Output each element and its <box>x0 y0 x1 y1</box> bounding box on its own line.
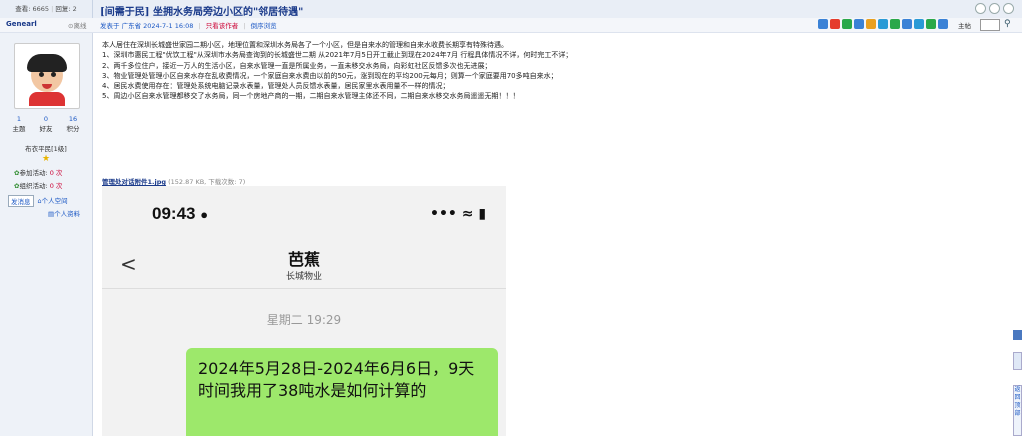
posted-info: 发表于 广东省 2024-7-1 16:08 <box>100 22 194 30</box>
chat-bubble: 2024年5月28日-2024年6月6日，9天时间我用了38吨水是如何计算的 <box>186 348 498 436</box>
post-line: 本人居住在深圳长城盛世家园二期小区，地理位置和深圳水务局各了一个小区，但是自来水… <box>102 41 508 49</box>
print-icon[interactable] <box>975 3 986 14</box>
qzone-icon[interactable] <box>866 19 876 29</box>
author-name[interactable]: Genearl <box>6 20 37 28</box>
post-line: 4、居民水费使用存在：管理处系统电脑记录水表量，管理处人员反馈水表量，居民家里水… <box>102 82 450 91</box>
print-icon[interactable] <box>854 19 864 29</box>
avatar[interactable] <box>14 43 80 109</box>
user-count-2[interactable]: 16 积分 <box>60 115 86 133</box>
thread-stats: 查看: 6665 | 回复: 2 <box>0 0 93 18</box>
user-count-0[interactable]: 1 主题 <box>6 115 32 133</box>
email-icon[interactable] <box>914 19 924 29</box>
only-author-link[interactable]: 只看该作者 <box>206 22 239 30</box>
user-counts: 1 主题 0 好友 16 积分 <box>6 115 86 133</box>
personal-space-link[interactable]: ⌂个人空间 <box>38 195 68 207</box>
post-line: 2、两千多位住户，接近一万人的生活小区，自来水管理一直是所属业务，一直未移交水务… <box>102 61 492 70</box>
post-line: 5、周边小区自来水管理都移交了水务局，同一个房地产商的一期，二期自来水管理主体还… <box>102 92 520 101</box>
favorite-icon[interactable] <box>926 19 936 29</box>
thread-header-bar: 查看: 6665 | 回复: 2 [间需于民] 坐拥水务局旁边小区的"邻居待遇" <box>0 0 1022 19</box>
user-rank: 布衣平民[1级] <box>25 145 67 153</box>
attachment-image[interactable]: 09:43 ● ••• ≈ ▮ < 芭蕉 长城物业 星期二 19:29 2024… <box>102 186 506 436</box>
post-meta: 发表于 广东省 2024-7-1 16:08 | 只看该作者 | 倒序浏览 <box>100 22 277 30</box>
attachment-size: (152.87 KB, 下载次数: 7) <box>168 178 246 186</box>
share-icons <box>818 19 948 29</box>
replies-label: 回复: <box>55 5 71 13</box>
author-sidebar: 1 主题 0 好友 16 积分 布衣平民[1级] ★ ✿参加活动: 0 次 ✿组织活动: … <box>0 33 93 436</box>
contact-name: 芭蕉 <box>287 250 320 269</box>
feedback-icon[interactable] <box>1013 330 1022 340</box>
title-tools <box>975 3 1014 14</box>
chat-date: 星期二 19:29 <box>266 313 342 327</box>
phone-time: 09:43 ● <box>152 204 209 223</box>
report-icon[interactable] <box>938 19 948 29</box>
go-icon[interactable]: ⚲ <box>1004 19 1011 29</box>
floor-jump-input[interactable] <box>980 19 1000 31</box>
wechat-icon[interactable] <box>842 19 852 29</box>
user-actions: 发消息 ⌂个人空间 <box>8 195 68 207</box>
divider <box>102 288 506 289</box>
attachment-info: 管理处对话附件1.jpg (152.87 KB, 下载次数: 7) <box>102 176 245 186</box>
thread-title: [间需于民] 坐拥水务局旁边小区的"邻居待遇" <box>100 7 304 18</box>
next-thread-icon[interactable] <box>1003 3 1014 14</box>
post-line: 1、深圳市惠民工程"优饮工程"从深圳市水务局查询到的长城盛世二期 从2021年7… <box>102 51 573 60</box>
post-body: 本人居住在深圳长城盛世家园二期小区，地理位置和深圳水务局各了一个小区，但是自来水… <box>102 40 1002 102</box>
tencent-icon[interactable] <box>878 19 888 29</box>
floor-label: 主帖 <box>958 22 971 30</box>
douban-icon[interactable] <box>890 19 900 29</box>
views-label: 查看: <box>15 5 31 13</box>
views-count: 6665 <box>32 5 50 13</box>
renren-icon[interactable] <box>902 19 912 29</box>
online-status: ⊙离线 <box>68 22 87 30</box>
profile-link[interactable]: ▤个人资料 <box>48 208 80 218</box>
share-icon[interactable] <box>818 19 828 29</box>
replies-count: 2 <box>72 5 77 13</box>
post-line: 3、物业管理处管理小区自来水存在乱收费情况，一个家庭自来水费由以前的50元，涨到… <box>102 71 558 80</box>
attachment-link[interactable]: 管理处对话附件1.jpg <box>102 178 166 186</box>
prev-thread-icon[interactable] <box>989 3 1000 14</box>
share-side-icon[interactable] <box>1013 352 1022 370</box>
phone-status-icons: ••• ≈ ▮ <box>430 206 487 222</box>
send-message-button[interactable]: 发消息 <box>8 195 34 207</box>
activity-organized: ✿组织活动: 0 次 <box>14 182 63 190</box>
star-icon: ★ <box>41 154 51 164</box>
contact-org: 长城物业 <box>285 272 322 282</box>
side-widget: 返回顶部 <box>1013 330 1022 436</box>
activity-joined: ✿参加活动: 0 次 <box>14 169 63 177</box>
user-count-1[interactable]: 0 好友 <box>33 115 59 133</box>
back-to-top-button[interactable]: 返回顶部 <box>1013 385 1022 436</box>
weibo-icon[interactable] <box>830 19 840 29</box>
reverse-order-link[interactable]: 倒序浏览 <box>251 22 277 30</box>
post-meta-bar: Genearl ⊙离线 发表于 广东省 2024-7-1 16:08 | 只看该… <box>0 18 1022 33</box>
